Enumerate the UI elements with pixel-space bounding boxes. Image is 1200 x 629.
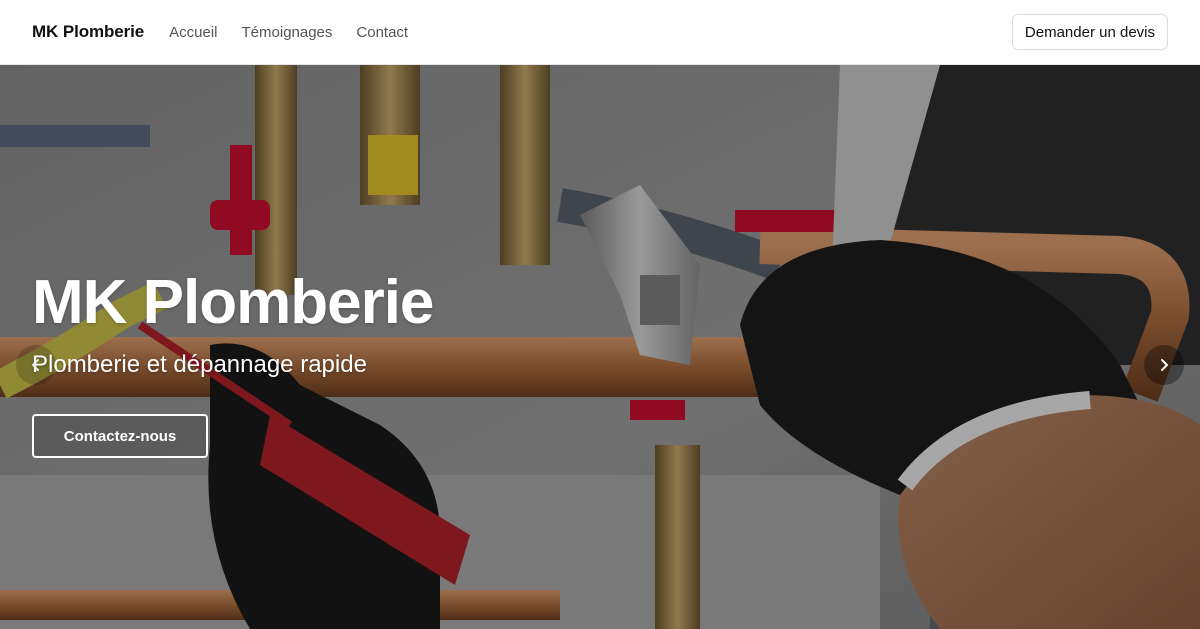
top-navbar: MK Plomberie Accueil Témoignages Contact… — [0, 0, 1200, 65]
contact-us-button[interactable]: Contactez-nous — [32, 414, 208, 458]
hero-subtitle: Plomberie et dépannage rapide — [32, 351, 367, 378]
hero-section: MK Plomberie Plomberie et dépannage rapi… — [0, 65, 1200, 629]
brand-logo[interactable]: MK Plomberie — [32, 22, 144, 42]
nav-link-contact[interactable]: Contact — [356, 24, 408, 41]
nav-link-temoignages[interactable]: Témoignages — [242, 24, 333, 41]
nav-link-accueil[interactable]: Accueil — [169, 24, 217, 41]
chevron-right-icon — [1161, 359, 1168, 371]
hero-title: MK Plomberie — [32, 268, 434, 337]
hero-content: MK Plomberie Plomberie et dépannage rapi… — [32, 268, 434, 458]
carousel-next-button[interactable] — [1144, 345, 1184, 385]
request-quote-button[interactable]: Demander un devis — [1011, 14, 1168, 50]
